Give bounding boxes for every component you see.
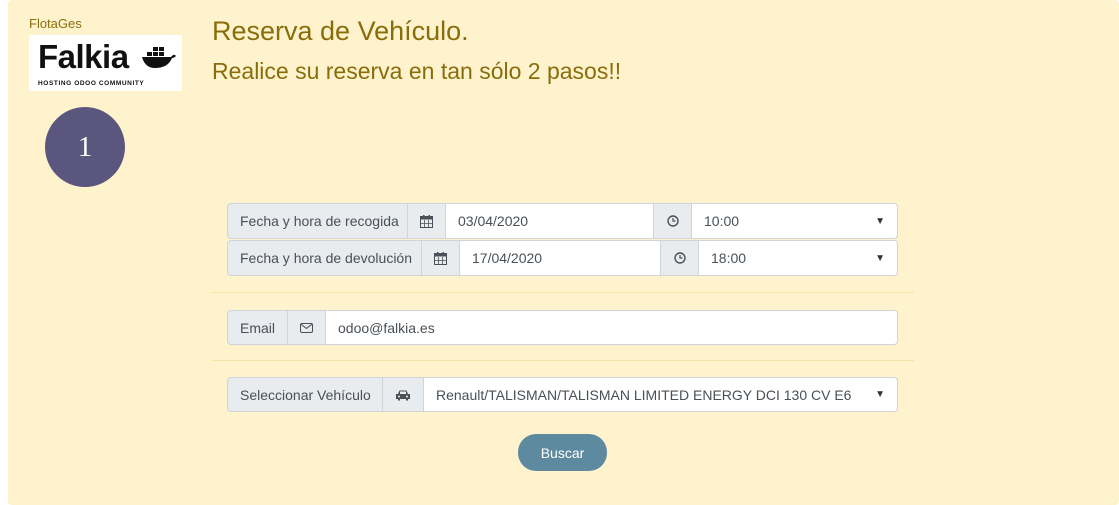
search-button[interactable]: Buscar <box>518 434 607 471</box>
return-time-value: 18:00 <box>711 250 747 266</box>
pickup-time-select[interactable]: 10:00 ▼ <box>692 203 898 239</box>
return-time-select[interactable]: 18:00 ▼ <box>699 240 898 276</box>
return-row: Fecha y hora de devolución 17/04/2020 18… <box>227 240 898 276</box>
pickup-time-value: 10:00 <box>704 213 740 229</box>
divider <box>212 360 914 361</box>
email-input[interactable]: odoo@falkia.es <box>326 310 898 345</box>
email-row: Email odoo@falkia.es <box>227 310 898 345</box>
envelope-icon <box>288 310 326 345</box>
chevron-down-icon: ▼ <box>875 215 885 227</box>
pickup-date-input[interactable]: 03/04/2020 <box>446 203 654 239</box>
clock-icon <box>654 203 692 239</box>
pickup-label: Fecha y hora de recogida <box>227 203 408 239</box>
logo-word: Falkia <box>38 38 129 75</box>
clock-icon <box>661 240 699 276</box>
email-label: Email <box>227 310 288 345</box>
calendar-icon <box>422 240 460 276</box>
chevron-down-icon: ▼ <box>875 389 885 400</box>
vehicle-label: Seleccionar Vehículo <box>227 377 383 412</box>
car-icon <box>383 377 424 412</box>
company-logo: Falkia HOSTING ODOO COMMUNITY <box>29 35 182 91</box>
vehicle-row: Seleccionar Vehículo Renault/TALISMAN/TA… <box>227 377 898 412</box>
chevron-down-icon: ▼ <box>875 252 885 264</box>
page-title: Reserva de Vehículo. <box>212 16 469 46</box>
return-label: Fecha y hora de devolución <box>227 240 422 276</box>
vehicle-value: Renault/TALISMAN/TALISMAN LIMITED ENERGY… <box>436 386 852 403</box>
return-date-input[interactable]: 17/04/2020 <box>460 240 661 276</box>
step-indicator: 1 <box>45 107 125 187</box>
page-subtitle: Realice su reserva en tan sólo 2 pasos!! <box>212 58 622 84</box>
app-name: FlotaGes <box>29 16 82 31</box>
divider <box>212 292 914 293</box>
docker-whale-icon <box>142 47 176 68</box>
pickup-row: Fecha y hora de recogida 03/04/2020 10:0… <box>227 203 898 239</box>
vehicle-select[interactable]: Renault/TALISMAN/TALISMAN LIMITED ENERGY… <box>424 377 898 412</box>
logo-tagline: HOSTING ODOO COMMUNITY <box>38 80 145 87</box>
calendar-icon <box>408 203 446 239</box>
